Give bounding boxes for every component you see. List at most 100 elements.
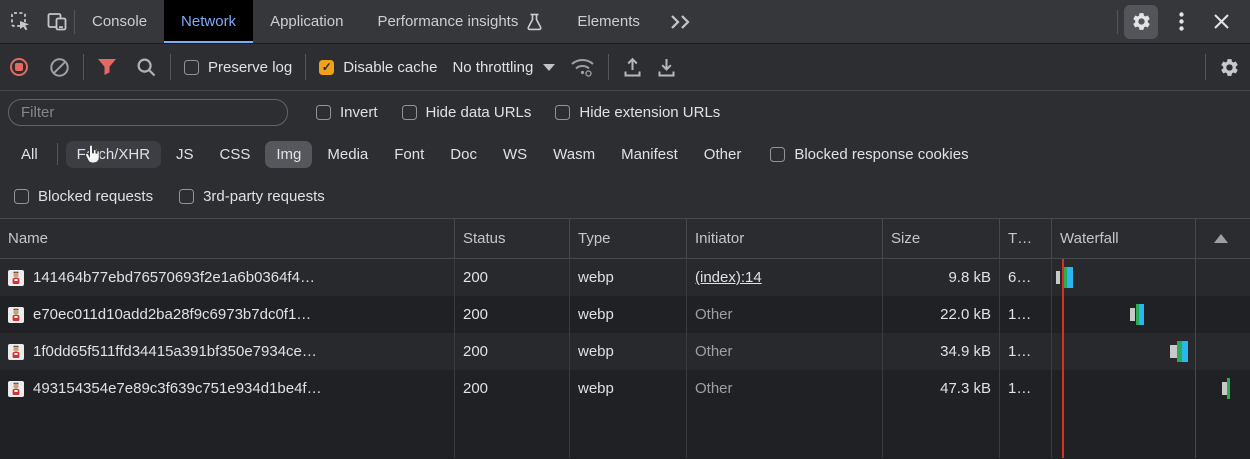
column-header-waterfall[interactable]: Waterfall <box>1052 219 1250 258</box>
type-filter-fetch-xhr[interactable]: Fetch/XHR <box>66 141 161 168</box>
network-requests-table: Name Status Type Initiator Size T… Water… <box>0 219 1250 458</box>
tab-console[interactable]: Console <box>75 0 164 43</box>
blocked-requests-row: Blocked requests 3rd-party requests <box>0 175 1250 219</box>
invert-label: Invert <box>340 104 378 121</box>
hide-extension-urls-checkbox[interactable] <box>555 105 570 120</box>
request-type: webp <box>570 370 687 407</box>
column-header-status[interactable]: Status <box>455 219 570 258</box>
request-status: 200 <box>455 333 570 370</box>
double-chevron-right-icon <box>669 14 695 30</box>
hide-extension-urls-label: Hide extension URLs <box>579 104 720 121</box>
waterfall-cell <box>1052 296 1250 333</box>
type-filter-all[interactable]: All <box>10 141 49 168</box>
disable-cache-checkbox[interactable]: ✓ <box>319 60 334 75</box>
column-header-time[interactable]: T… <box>1000 219 1052 258</box>
request-initiator: Other <box>695 343 733 360</box>
type-filter-css[interactable]: CSS <box>209 141 262 168</box>
disable-cache-label: Disable cache <box>343 59 437 76</box>
cursor-hand-icon <box>84 145 101 165</box>
throttling-value: No throttling <box>452 59 533 76</box>
type-filter-other[interactable]: Other <box>693 141 753 168</box>
more-tabs-button[interactable] <box>657 0 707 43</box>
invert-checkbox[interactable] <box>316 105 331 120</box>
tab-network[interactable]: Network <box>164 0 253 43</box>
image-preview-thumbnail <box>8 381 24 397</box>
hide-data-urls-checkbox[interactable] <box>402 105 417 120</box>
image-preview-thumbnail <box>8 344 24 360</box>
inspect-element-icon[interactable] <box>10 11 32 33</box>
request-initiator: Other <box>695 306 733 323</box>
type-filter-media[interactable]: Media <box>316 141 379 168</box>
column-header-type[interactable]: Type <box>570 219 687 258</box>
waterfall-bar-dl <box>1139 304 1144 325</box>
waterfall-cell <box>1052 370 1250 407</box>
record-network-log-button[interactable] <box>10 58 28 76</box>
request-time: 1… <box>1000 296 1052 333</box>
tab-application[interactable]: Application <box>253 0 360 43</box>
type-filter-js[interactable]: JS <box>165 141 205 168</box>
search-button[interactable] <box>136 57 157 78</box>
devtools-settings-button[interactable] <box>1124 5 1158 39</box>
tab-elements[interactable]: Elements <box>560 0 657 43</box>
more-options-button[interactable] <box>1164 5 1198 39</box>
waterfall-bar-dl <box>1182 341 1188 362</box>
table-header: Name Status Type Initiator Size T… Water… <box>0 219 1250 259</box>
request-status: 200 <box>455 259 570 296</box>
type-filter-manifest[interactable]: Manifest <box>610 141 689 168</box>
gear-icon <box>1131 11 1152 32</box>
preserve-log-group: Preserve log <box>184 59 292 76</box>
flask-icon <box>526 13 543 31</box>
devtools-tabbar: Console Network Application Performance … <box>0 0 1250 44</box>
waterfall-time-gridline <box>1195 219 1196 458</box>
blocked-requests-label: Blocked requests <box>38 188 153 205</box>
blocked-requests-group: Blocked requests <box>14 188 153 205</box>
image-preview-thumbnail <box>8 270 24 286</box>
export-har-icon[interactable] <box>656 57 677 78</box>
preserve-log-checkbox[interactable] <box>184 60 199 75</box>
tab-performance-insights[interactable]: Performance insights <box>360 0 560 43</box>
type-filter-ws[interactable]: WS <box>492 141 538 168</box>
blocked-response-cookies-checkbox[interactable] <box>770 147 785 162</box>
waterfall-bar-wait <box>1227 378 1230 399</box>
waterfall-cell <box>1052 333 1250 370</box>
waterfall-bar-tick <box>1170 345 1177 358</box>
sort-ascending-icon <box>1214 234 1228 243</box>
request-time: 1… <box>1000 333 1052 370</box>
third-party-requests-label: 3rd-party requests <box>203 188 325 205</box>
network-settings-gear-icon[interactable] <box>1219 57 1240 78</box>
clear-network-log-button[interactable] <box>49 57 70 78</box>
column-header-size[interactable]: Size <box>883 219 1000 258</box>
tabbar-right-separator <box>1117 10 1118 34</box>
column-header-initiator[interactable]: Initiator <box>687 219 883 258</box>
blocked-response-cookies-label: Blocked response cookies <box>794 146 968 163</box>
close-icon <box>1213 13 1230 30</box>
type-filter-doc[interactable]: Doc <box>439 141 488 168</box>
disable-cache-group: ✓ Disable cache <box>319 59 437 76</box>
request-type: webp <box>570 259 687 296</box>
resource-type-filter-row: All Fetch/XHR JS CSS Img Media Font Doc … <box>0 133 1250 175</box>
request-initiator-link[interactable]: (index):14 <box>695 269 762 286</box>
request-type: webp <box>570 296 687 333</box>
chevron-down-icon <box>543 64 555 71</box>
request-status: 200 <box>455 296 570 333</box>
image-preview-thumbnail <box>8 307 24 323</box>
device-toolbar-icon[interactable] <box>46 11 68 33</box>
network-conditions-icon[interactable] <box>570 57 595 78</box>
waterfall-bar-tick <box>1056 271 1060 284</box>
throttling-dropdown[interactable]: No throttling <box>450 59 557 76</box>
type-filter-font[interactable]: Font <box>383 141 435 168</box>
import-har-icon[interactable] <box>622 57 643 78</box>
type-filter-wasm[interactable]: Wasm <box>542 141 606 168</box>
blocked-requests-checkbox[interactable] <box>14 189 29 204</box>
filter-toggle-button[interactable] <box>97 58 117 77</box>
kebab-menu-icon <box>1179 12 1184 31</box>
invert-group: Invert <box>316 104 378 121</box>
type-filter-img[interactable]: Img <box>265 141 312 168</box>
dom-content-loaded-marker <box>1062 259 1064 458</box>
close-devtools-button[interactable] <box>1204 5 1238 39</box>
third-party-requests-checkbox[interactable] <box>179 189 194 204</box>
request-size: 47.3 kB <box>883 370 1000 407</box>
request-type: webp <box>570 333 687 370</box>
filter-input[interactable] <box>8 99 288 126</box>
column-header-name[interactable]: Name <box>0 219 455 258</box>
